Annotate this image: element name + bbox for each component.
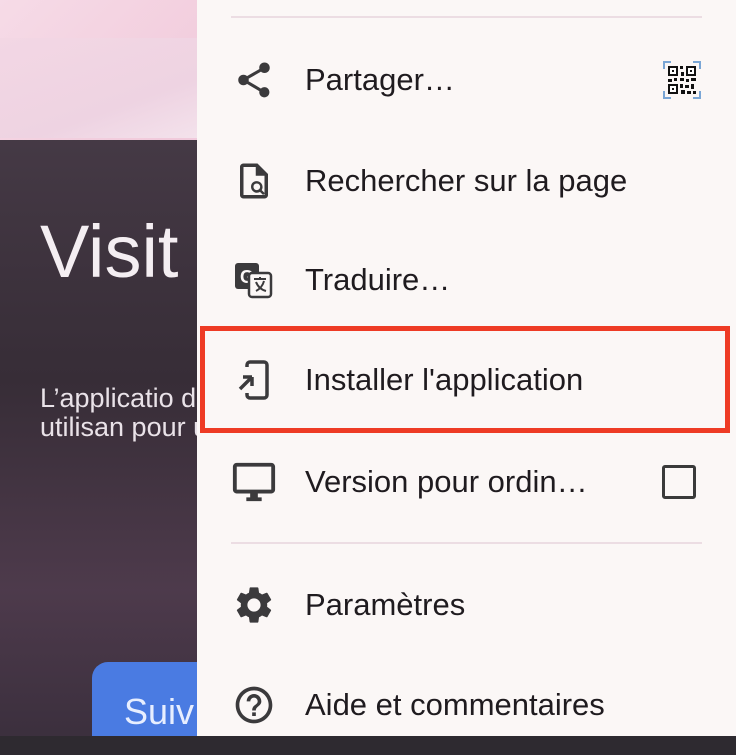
- help-icon: [231, 682, 277, 728]
- menu-item-label: Aide et commentaires: [305, 687, 605, 722]
- menu-item-help[interactable]: Aide et commentaires: [197, 655, 736, 755]
- gear-icon: [231, 582, 277, 628]
- install-app-icon: [231, 357, 277, 403]
- menu-item-translate[interactable]: G Traduire…: [197, 230, 736, 330]
- menu-item-label: Installer l'application: [305, 362, 584, 397]
- menu-item-label: Rechercher sur la page: [305, 163, 628, 198]
- desktop-icon: [231, 459, 277, 505]
- menu-item-label: Version pour ordin…: [305, 464, 588, 499]
- share-icon: [231, 57, 277, 103]
- translate-icon: G: [231, 257, 277, 303]
- menu-divider: [231, 542, 702, 544]
- menu-item-label: Paramètres: [305, 587, 466, 622]
- menu-item-desktop-site[interactable]: Version pour ordin…: [197, 432, 736, 532]
- menu-item-settings[interactable]: Paramètres: [197, 555, 736, 655]
- menu-item-label: Traduire…: [305, 262, 451, 297]
- find-in-page-icon: [231, 158, 277, 204]
- menu-divider: [231, 16, 702, 18]
- menu-item-find-in-page[interactable]: Rechercher sur la page: [197, 131, 736, 231]
- menu-item-label: Partager…: [305, 62, 455, 97]
- menu-item-install-app[interactable]: Installer l'application: [197, 330, 736, 430]
- qr-code-icon[interactable]: [662, 60, 702, 100]
- overflow-menu: Partager… Rechercher sur la page G Tradu…: [197, 0, 736, 736]
- menu-item-share[interactable]: Partager…: [197, 30, 736, 130]
- desktop-site-checkbox[interactable]: [662, 465, 696, 499]
